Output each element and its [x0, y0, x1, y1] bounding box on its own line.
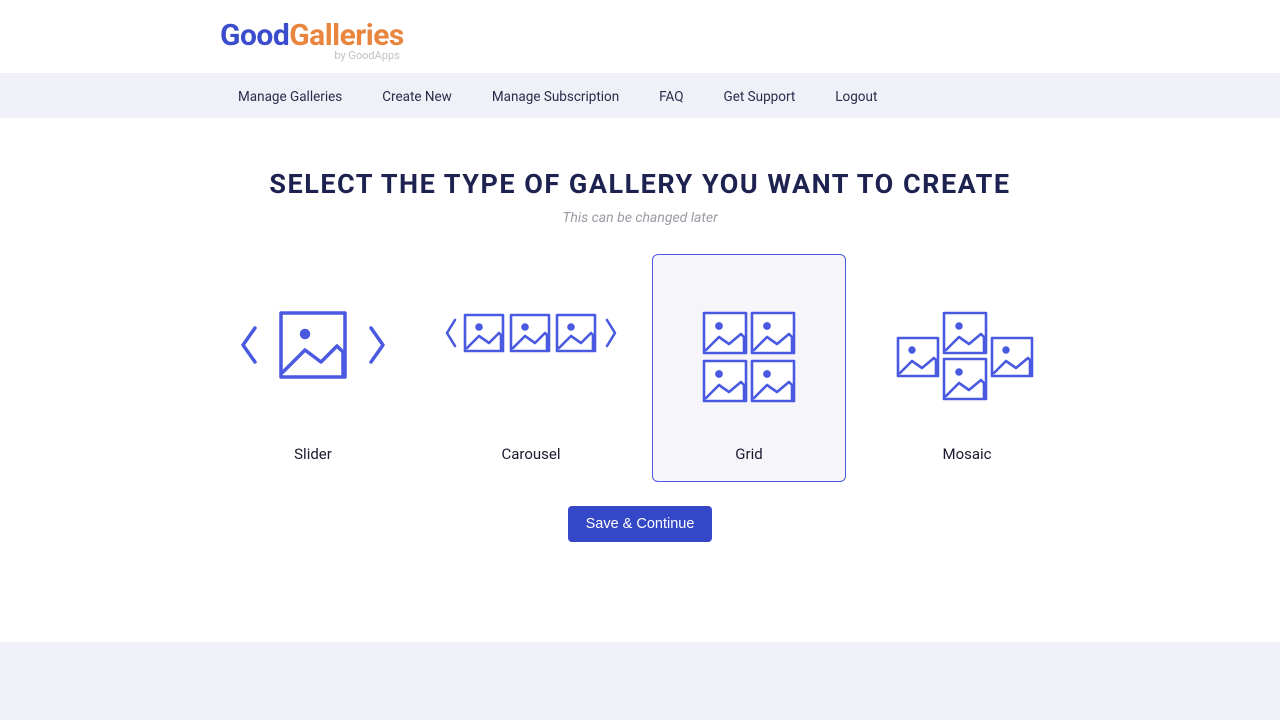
option-carousel-label: Carousel — [501, 445, 560, 463]
nav-get-support[interactable]: Get Support — [724, 89, 796, 105]
option-mosaic[interactable]: Mosaic — [870, 254, 1064, 482]
option-grid-label: Grid — [735, 445, 762, 463]
slider-icon — [233, 310, 393, 380]
grid-icon — [699, 310, 799, 404]
page-subtitle: This can be changed later — [0, 210, 1280, 226]
save-continue-button[interactable]: Save & Continue — [568, 506, 713, 542]
gallery-options: Slider — [0, 254, 1280, 482]
footer — [0, 642, 1280, 720]
nav-manage-galleries[interactable]: Manage Galleries — [238, 89, 342, 105]
header: GoodGalleries by GoodApps — [0, 0, 1280, 73]
nav-faq[interactable]: FAQ — [659, 89, 683, 105]
logo-part1: Good — [220, 18, 289, 53]
mosaic-icon — [892, 310, 1042, 404]
nav-bar: Manage Galleries Create New Manage Subsc… — [0, 73, 1280, 118]
option-slider[interactable]: Slider — [216, 254, 410, 482]
nav-logout[interactable]: Logout — [835, 89, 877, 105]
option-mosaic-label: Mosaic — [942, 445, 991, 463]
main-content: SELECT THE TYPE OF GALLERY YOU WANT TO C… — [0, 118, 1280, 542]
nav-create-new[interactable]: Create New — [382, 89, 452, 105]
page-title: SELECT THE TYPE OF GALLERY YOU WANT TO C… — [0, 168, 1280, 200]
logo: GoodGalleries by GoodApps — [220, 18, 404, 62]
option-grid[interactable]: Grid — [652, 254, 846, 482]
option-slider-label: Slider — [294, 445, 332, 463]
nav-manage-subscription[interactable]: Manage Subscription — [492, 89, 619, 105]
carousel-icon — [443, 310, 619, 356]
logo-part2: Galleries — [289, 18, 404, 53]
option-carousel[interactable]: Carousel — [434, 254, 628, 482]
